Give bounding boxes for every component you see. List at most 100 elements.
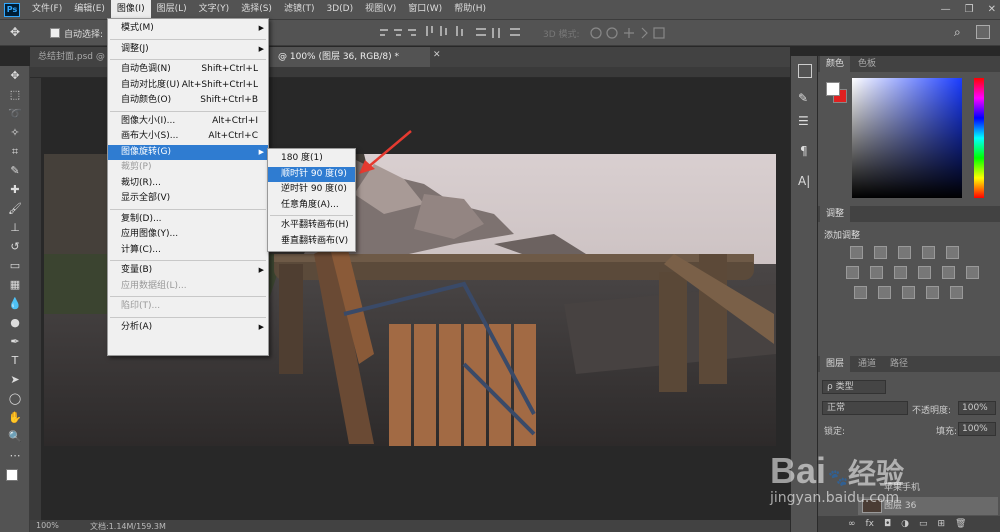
image-menu-item[interactable]: 自动对比度(U) Alt+Shift+Ctrl+L — [108, 78, 268, 94]
brush-tool-icon[interactable]: 🖌 — [0, 199, 30, 218]
image-menu-item[interactable]: 分析(A) ▶ — [108, 320, 268, 336]
minimize-button[interactable]: — — [941, 0, 951, 19]
mask-icon[interactable]: ◘ — [884, 519, 891, 529]
crop-tool-icon[interactable]: ⌗ — [0, 142, 30, 161]
image-menu-item[interactable]: 自动颜色(O) Shift+Ctrl+B — [108, 93, 268, 109]
properties-panel-icon[interactable]: ☰ — [798, 114, 809, 128]
path-select-icon[interactable]: ➤ — [0, 370, 30, 389]
magic-wand-icon[interactable]: ✧ — [0, 123, 30, 142]
image-menu-item[interactable]: 应用图像(Y)... — [108, 227, 268, 243]
dodge-tool-icon[interactable]: ● — [0, 313, 30, 332]
pen-tool-icon[interactable]: ✒ — [0, 332, 30, 351]
brightness-icon[interactable] — [850, 246, 863, 259]
bw-icon[interactable] — [894, 266, 907, 279]
hand-tool-icon[interactable]: ✋ — [0, 408, 30, 427]
trash-icon[interactable]: 🗑 — [955, 519, 966, 529]
adjust-layer-icon[interactable]: ◑ — [901, 519, 909, 529]
vibrance-icon[interactable] — [946, 246, 959, 259]
blur-tool-icon[interactable]: 💧 — [0, 294, 30, 313]
image-menu-item[interactable]: 图像大小(I)... Alt+Ctrl+I — [108, 114, 268, 130]
more-tools-icon[interactable]: ⋯ — [0, 446, 30, 465]
rotate-menu-item[interactable]: 逆时针 90 度(0) — [268, 182, 355, 198]
rotate-menu-item[interactable]: 任意角度(A)... — [268, 198, 355, 214]
history-brush-icon[interactable]: ↺ — [0, 237, 30, 256]
eyedropper-icon[interactable]: ✎ — [0, 161, 30, 180]
image-menu-item[interactable]: 模式(M) ▶ — [108, 21, 268, 37]
tab-paths[interactable]: 路径 — [884, 356, 914, 372]
curves-icon[interactable] — [898, 246, 911, 259]
threshold-icon[interactable] — [902, 286, 915, 299]
posterize-icon[interactable] — [878, 286, 891, 299]
brush-panel-icon[interactable]: ✎ — [798, 91, 808, 105]
tab-layers[interactable]: 图层 — [820, 356, 851, 372]
rotate-menu-item[interactable]: 顺时针 90 度(9) — [268, 166, 355, 182]
image-menu-item[interactable]: 自动色调(N) Shift+Ctrl+L — [108, 62, 268, 78]
group-icon[interactable]: ▭ — [919, 519, 928, 529]
menu-window[interactable]: 窗口(W) — [402, 0, 448, 19]
clone-stamp-icon[interactable]: ⊥ — [0, 218, 30, 237]
rotate-menu-item[interactable]: 180 度(1) — [268, 151, 355, 167]
invert-icon[interactable] — [854, 286, 867, 299]
menu-help[interactable]: 帮助(H) — [448, 0, 492, 19]
marquee-tool-icon[interactable]: ⬚ — [0, 85, 30, 104]
eraser-icon[interactable]: ▭ — [0, 256, 30, 275]
image-menu-item[interactable]: 变量(B) ▶ — [108, 263, 268, 279]
tab-document-1[interactable]: 总结封面.psd @ 5... — [30, 47, 106, 67]
auto-select-checkbox[interactable] — [50, 28, 60, 38]
close-button[interactable]: ✕ — [988, 0, 996, 19]
lasso-tool-icon[interactable]: ➰ — [0, 104, 30, 123]
photo-filter-icon[interactable] — [918, 266, 931, 279]
levels-icon[interactable] — [874, 246, 887, 259]
image-menu-item[interactable]: 计算(C)... — [108, 243, 268, 259]
image-menu-item[interactable]: 图像旋转(G) ▶ — [108, 144, 268, 160]
shape-tool-icon[interactable]: ◯ — [0, 389, 30, 408]
align-icons[interactable] — [380, 26, 530, 40]
new-layer-icon[interactable]: ⊞ — [938, 519, 946, 529]
opacity-input[interactable]: 100% — [958, 401, 996, 415]
healing-brush-icon[interactable]: ✚ — [0, 180, 30, 199]
gradient-icon[interactable]: ▦ — [0, 275, 30, 294]
link-icon[interactable]: ∞ — [848, 519, 856, 529]
menu-filter[interactable]: 滤镜(T) — [278, 0, 321, 19]
zoom-level[interactable]: 100% — [36, 521, 59, 530]
fx-icon[interactable]: fx — [866, 519, 875, 529]
menu-edit[interactable]: 编辑(E) — [68, 0, 111, 19]
rotate-menu-item[interactable]: 水平翻转画布(H) — [268, 218, 355, 234]
menu-select[interactable]: 选择(S) — [235, 0, 278, 19]
image-menu-item[interactable]: 调整(J) ▶ — [108, 42, 268, 58]
menu-file[interactable]: 文件(F) — [26, 0, 68, 19]
image-menu-item[interactable]: 复制(D)... — [108, 212, 268, 228]
search-icon[interactable]: ⌕ — [954, 25, 961, 40]
paragraph-icon[interactable]: ¶ — [800, 144, 808, 158]
selective-color-icon[interactable] — [926, 286, 939, 299]
image-menu-item[interactable]: 画布大小(S)... Alt+Ctrl+C — [108, 129, 268, 145]
channel-mixer-icon[interactable] — [942, 266, 955, 279]
move-tool-icon[interactable]: ✥ — [10, 25, 20, 39]
layer-filter-select[interactable]: ρ 类型 — [822, 380, 886, 394]
tab-channels[interactable]: 通道 — [852, 356, 882, 372]
hue-sat-icon[interactable] — [846, 266, 859, 279]
restore-button[interactable]: ❐ — [965, 0, 974, 19]
fill-input[interactable]: 100% — [958, 422, 996, 436]
tab-color[interactable]: 颜色 — [820, 56, 851, 72]
hue-slider[interactable] — [974, 78, 984, 198]
tab-document-active[interactable]: @ 100% (图层 36, RGB/8) * — [270, 47, 430, 67]
move-tool-icon[interactable]: ✥ — [0, 66, 30, 85]
color-lookup-icon[interactable] — [966, 266, 979, 279]
image-menu-item[interactable]: 裁切(R)... — [108, 176, 268, 192]
adjust-title[interactable]: 调整 — [820, 206, 851, 222]
foreground-color[interactable] — [6, 469, 18, 481]
color-picker-field[interactable] — [852, 78, 962, 198]
blend-mode-select[interactable]: 正常 — [822, 401, 908, 415]
menu-type[interactable]: 文字(Y) — [193, 0, 236, 19]
type-tool-icon[interactable]: T — [0, 351, 30, 370]
menu-3d[interactable]: 3D(D) — [320, 0, 359, 19]
menu-image[interactable]: 图像(I) — [110, 0, 151, 19]
rotate-menu-item[interactable]: 垂直翻转画布(V) — [268, 234, 355, 250]
gradient-map-icon[interactable] — [950, 286, 963, 299]
character-panel-icon[interactable]: A| — [798, 174, 810, 188]
menu-view[interactable]: 视图(V) — [359, 0, 402, 19]
workspace-icon[interactable] — [976, 25, 990, 39]
history-panel-icon[interactable] — [798, 64, 812, 78]
tab-swatches[interactable]: 色板 — [852, 56, 882, 72]
